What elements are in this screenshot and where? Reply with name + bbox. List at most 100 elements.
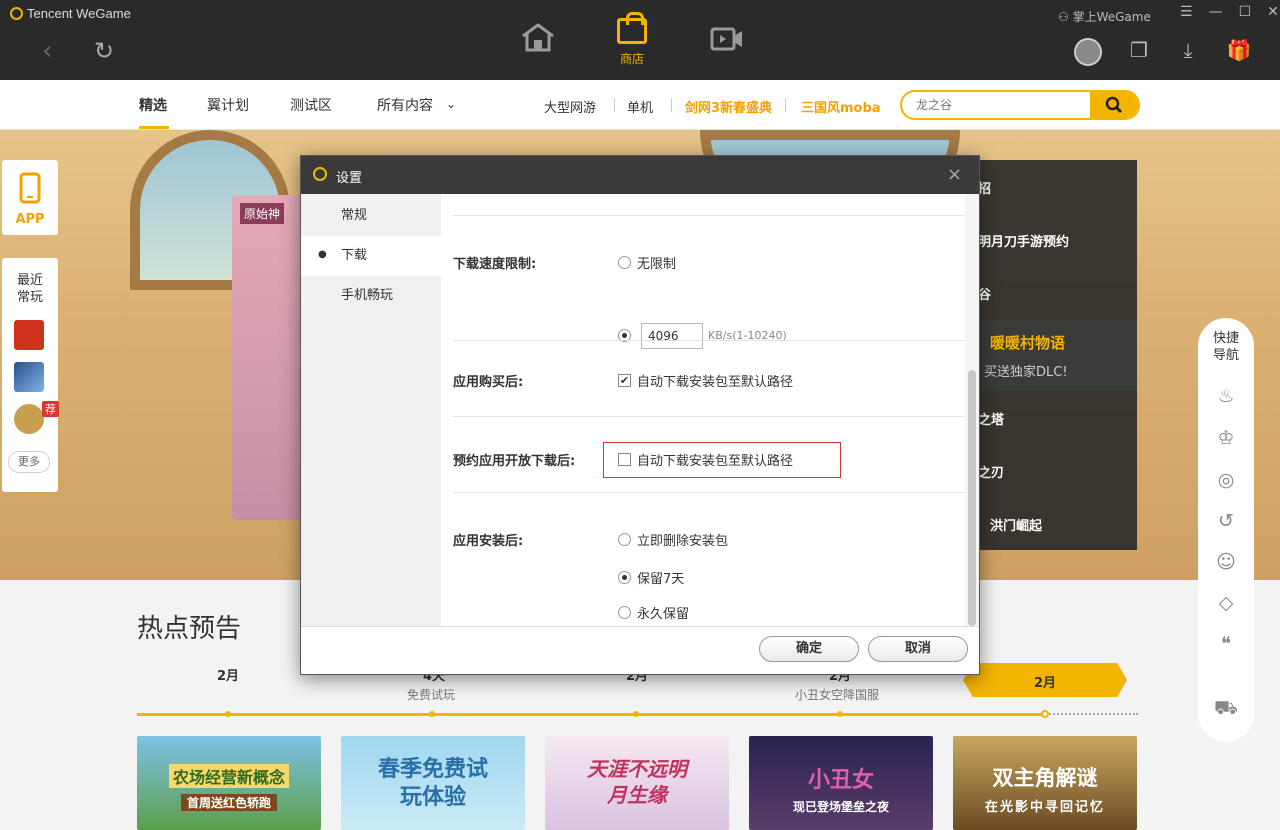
link-three-kingdoms-moba[interactable]: 三国风moba <box>801 97 881 116</box>
banner-list-item[interactable]: 洪门崛起 <box>990 515 1042 534</box>
banner-list-item[interactable]: 之塔 <box>978 409 1004 428</box>
link-mmo[interactable]: 大型网游 <box>544 97 596 116</box>
after-reserve-option[interactable]: 自动下载安装包至默认路径 <box>618 450 793 469</box>
recent-game-icon[interactable] <box>14 320 44 350</box>
banner-list-item[interactable]: 明月刀手游预约 <box>978 231 1069 250</box>
link-jx3-festival[interactable]: 剑网3新春盛典 <box>685 97 772 116</box>
mobile-wegame-link[interactable]: ⚇ 掌上WeGame <box>1058 8 1151 25</box>
game-thumbnail[interactable]: 春季免费试玩体验 <box>341 736 525 830</box>
timeline-dot <box>837 711 843 717</box>
more-button[interactable]: 更多 <box>8 451 50 473</box>
shop-tab[interactable]: 商店 <box>614 12 650 72</box>
search-input[interactable] <box>902 92 1092 118</box>
timeline-month[interactable]: 2月 <box>217 665 239 684</box>
refresh-icon[interactable]: ↻ <box>94 37 114 65</box>
thumbnail-subtitle: 首周送红色轿跑 <box>181 794 277 811</box>
quote-icon[interactable]: ❝ <box>1213 633 1239 659</box>
sidebar-item-mobile-play[interactable]: 手机畅玩 <box>301 276 441 316</box>
section-title: 热点预告 <box>137 608 241 645</box>
banner-list-item-active[interactable]: 暖暖村物语 <box>990 332 1065 353</box>
controller-icon[interactable]: ◎ <box>1213 469 1239 495</box>
checkbox-auto-download-reserve[interactable] <box>618 453 631 466</box>
dialog-title-bar[interactable] <box>301 156 979 194</box>
timeline-sub: 小丑女空降国服 <box>795 686 879 703</box>
chevron-down-icon[interactable]: ⌄ <box>446 97 456 111</box>
settings-content: 下载速度限制: 无限制 4096 KB/s(1-10240) 应用购买后: ✔自… <box>441 194 965 626</box>
tab-test-zone[interactable]: 测试区 <box>290 95 332 115</box>
phone-icon <box>19 172 41 204</box>
timeline-bar <box>137 713 1046 716</box>
divider <box>614 98 615 112</box>
divider <box>453 340 965 341</box>
speed-limit-input[interactable]: 4096 <box>641 323 703 349</box>
thumbnail-title: 天涯不远明月生缘 <box>582 756 692 808</box>
mask-icon[interactable]: ☺ <box>1213 551 1239 577</box>
avatar[interactable] <box>1074 38 1102 66</box>
radio-keep-7-days[interactable] <box>618 571 631 584</box>
back-arrow-icon[interactable]: ‹ <box>42 36 52 66</box>
thumbnail-title: 春季免费试玩体验 <box>373 756 493 812</box>
gift-icon[interactable]: 🎁 <box>1226 38 1252 64</box>
game-thumbnail[interactable]: 天涯不远明月生缘 <box>545 736 729 830</box>
banner-list-item-sub: 买送独家DLC! <box>984 361 1068 380</box>
checkbox-auto-download[interactable]: ✔ <box>618 374 631 387</box>
ok-button[interactable]: 确定 <box>759 636 859 662</box>
game-thumbnail[interactable]: 小丑女 现已登场堡垒之夜 <box>749 736 933 830</box>
close-icon[interactable]: × <box>947 164 962 185</box>
wegame-logo-icon <box>313 167 327 181</box>
divider <box>453 215 965 216</box>
thumbnail-subtitle: 现已登场堡垒之夜 <box>749 798 933 815</box>
message-icon[interactable]: ❐ <box>1126 38 1152 64</box>
trophy-icon[interactable]: ♔ <box>1213 427 1239 453</box>
banner-list-item[interactable]: 之刃 <box>978 462 1004 481</box>
game-thumbnail[interactable]: 双主角解谜 在光影中寻回记忆 <box>953 736 1137 830</box>
install-delete-option[interactable]: 立即删除安装包 <box>618 530 728 549</box>
sidebar-item-general[interactable]: 常规 <box>301 196 441 236</box>
speed-unlimited-option[interactable]: 无限制 <box>618 253 676 272</box>
minimize-icon[interactable]: — <box>1209 4 1223 20</box>
active-bullet: ● <box>318 249 327 260</box>
recent-label: 最近常玩 <box>15 272 45 306</box>
tab-wing-plan[interactable]: 翼计划 <box>207 95 249 115</box>
quick-nav-label: 快捷导航 <box>1211 330 1241 364</box>
brand-text: Tencent WeGame <box>27 6 131 21</box>
app-button[interactable]: APP <box>2 160 58 235</box>
recent-game-icon[interactable] <box>14 362 44 392</box>
timeline-dot <box>633 711 639 717</box>
install-keep-forever-option[interactable]: 永久保留 <box>618 603 689 622</box>
settings-dialog: 设置 × 常规 下载 ● 手机畅玩 下载速度限制: 无限制 4096 KB/s(… <box>300 155 980 675</box>
game-thumbnail[interactable]: 农场经营新概念 首周送红色轿跑 <box>137 736 321 830</box>
lol-game-icon[interactable] <box>14 404 44 434</box>
search-button[interactable] <box>1090 92 1138 118</box>
diamond-icon[interactable]: ◇ <box>1213 592 1239 618</box>
close-icon[interactable]: ✕ <box>1267 4 1279 20</box>
download-icon[interactable]: ⤓ <box>1175 38 1201 64</box>
timeline-sub: 免费试玩 <box>407 686 455 703</box>
fire-icon[interactable]: ♨ <box>1213 385 1239 411</box>
radio-delete-now[interactable] <box>618 533 631 546</box>
tab-all-content[interactable]: 所有内容 <box>377 95 433 115</box>
radio-unlimited[interactable] <box>618 256 631 269</box>
cart-icon[interactable]: ⛟ <box>1213 697 1239 723</box>
home-icon[interactable] <box>520 22 556 52</box>
tab-featured[interactable]: 精选 <box>139 95 167 115</box>
app-label: APP <box>2 212 58 227</box>
link-single-player[interactable]: 单机 <box>627 97 653 116</box>
divider <box>453 492 965 493</box>
speed-limit-option[interactable] <box>618 329 631 346</box>
menu-icon[interactable]: ☰ <box>1180 4 1193 20</box>
maximize-icon[interactable]: ☐ <box>1239 4 1252 20</box>
brand-logo: Tencent WeGame <box>10 6 131 21</box>
scrollbar-thumb[interactable] <box>968 370 976 626</box>
after-purchase-option[interactable]: ✔自动下载安装包至默认路径 <box>618 371 793 390</box>
radio-keep-forever[interactable] <box>618 606 631 619</box>
history-icon[interactable]: ↺ <box>1213 510 1239 536</box>
install-keep7-option[interactable]: 保留7天 <box>618 568 684 587</box>
option-label: 永久保留 <box>637 603 689 622</box>
video-icon[interactable] <box>710 27 744 51</box>
cancel-button[interactable]: 取消 <box>868 636 968 662</box>
option-label: 自动下载安装包至默认路径 <box>637 450 793 469</box>
search-icon <box>1105 96 1123 114</box>
active-tab-underline <box>139 126 169 129</box>
thumbnail-title: 双主角解谜 <box>953 762 1137 792</box>
